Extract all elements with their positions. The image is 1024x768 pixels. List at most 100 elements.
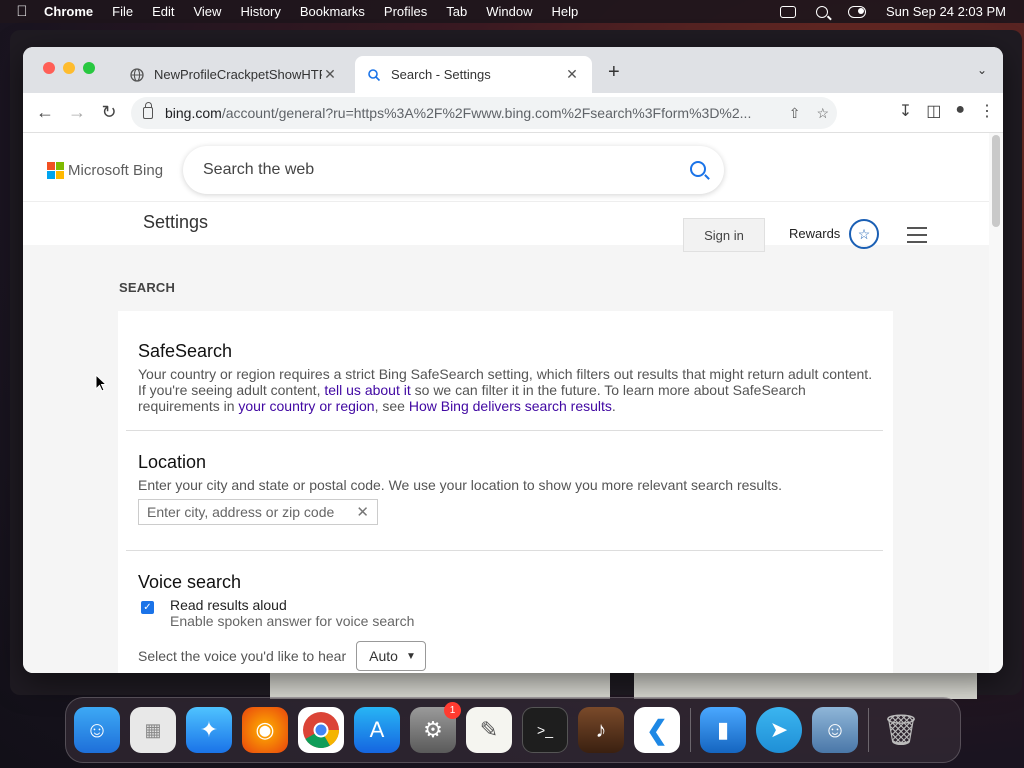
close-tab-icon[interactable]: ✕ [564,66,580,83]
safesearch-description: Your country or region requires a strict… [138,366,873,414]
search-input[interactable]: Search the web [183,146,724,194]
section-divider [126,550,883,551]
country-region-link[interactable]: your country or region [238,398,374,414]
forward-arrow-icon[interactable]: → [61,102,93,123]
menu-tab[interactable]: Tab [446,4,467,19]
minimize-window-button[interactable] [63,62,75,74]
location-section: Location Enter your city and state or po… [138,452,878,525]
rewards-link[interactable]: Rewards [789,226,840,241]
microsoft-logo-icon[interactable] [47,162,64,179]
page-scrollbar[interactable] [989,133,1003,673]
close-window-button[interactable] [43,62,55,74]
menu-help[interactable]: Help [552,4,579,19]
settings-card: SafeSearch Your country or region requir… [118,311,893,673]
section-label: SEARCH [119,280,176,295]
share-icon[interactable]: ⇧ [789,105,801,122]
settings-bar: Settings Sign in Rewards ☆ [23,202,989,252]
textedit-icon[interactable]: ✎ [466,707,512,753]
spotlight-search-icon[interactable] [816,5,829,18]
screen-mirroring-icon[interactable] [780,5,797,18]
profile-icon[interactable]: ● [955,101,965,121]
trash-icon[interactable]: 🗑 [878,707,924,753]
launchpad-icon[interactable]: ▦ [130,707,176,753]
search-icon[interactable] [690,161,706,177]
tell-us-link[interactable]: tell us about it [324,382,410,398]
telegram-icon[interactable]: ➤ [756,707,802,753]
sign-in-button[interactable]: Sign in [683,218,765,252]
brand-name[interactable]: Microsoft Bing [68,162,163,179]
tab-search-chevron-icon[interactable]: ⌄ [977,63,987,77]
menu-window[interactable]: Window [486,4,532,19]
apple-menu-icon[interactable]:  [0,3,44,20]
page-title: Settings [143,212,209,232]
firefox-icon[interactable]: ◉ [242,707,288,753]
search-icon [368,68,381,81]
voice-search-title: Voice search [138,572,242,592]
close-tab-icon[interactable]: ✕ [322,66,338,83]
tab-inactive[interactable]: NewProfileCrackpetShowHTFR ✕ [118,56,350,93]
voice-select-value: Auto [369,648,398,664]
web-page: Microsoft Bing Search the web Settings S… [23,133,989,673]
read-aloud-option: ✓ Read results aloud Enable spoken answe… [138,597,878,629]
zoom-window-button[interactable] [83,62,95,74]
side-panel-icon[interactable]: ◫ [926,101,941,121]
bing-header: Microsoft Bing Search the web [23,133,989,202]
reload-icon[interactable]: ↻ [93,102,125,123]
menu-file[interactable]: File [112,4,133,19]
hamburger-menu-icon[interactable] [907,227,927,248]
scrollbar-thumb[interactable] [992,135,1000,227]
lock-icon[interactable] [143,102,153,119]
vscode-icon[interactable]: ❮ [634,707,680,753]
browser-toolbar: ← → ↻ bing.com /account/general?ru=https… [23,93,1003,133]
chevron-down-icon: ▼ [405,650,416,662]
read-aloud-sublabel: Enable spoken answer for voice search [170,613,415,629]
safesearch-title: SafeSearch [138,341,233,361]
location-title: Location [138,452,207,472]
how-bing-delivers-link[interactable]: How Bing delivers search results [409,398,612,414]
safari-icon[interactable]: ✦ [186,707,232,753]
voice-select-label: Select the voice you'd like to hear [138,648,347,664]
menu-profiles[interactable]: Profiles [384,4,427,19]
dock: ☺ ▦ ✦ ◉ A ⚙ 1 ✎ >_ ♪ ❮ ▮ ➤ ☺ 🗑 [65,697,961,763]
menu-app-name[interactable]: Chrome [44,4,93,19]
notification-badge: 1 [444,702,461,719]
window-controls [43,62,95,74]
globe-icon [130,67,144,82]
back-arrow-icon[interactable]: ← [29,102,61,123]
finder-icon[interactable]: ☺ [812,707,858,753]
voice-select-row: Select the voice you'd like to hear Auto… [138,641,878,671]
location-placeholder: Enter city, address or zip code [147,504,335,520]
safesearch-section: SafeSearch Your country or region requir… [138,341,878,414]
menu-view[interactable]: View [193,4,221,19]
terminal-icon[interactable]: >_ [522,707,568,753]
menu-bar-status: Sun Sep 24 2:03 PM [780,0,1006,23]
keynote-icon[interactable]: ▮ [700,707,746,753]
finder-icon[interactable]: ☺ [74,707,120,753]
voice-select[interactable]: Auto ▼ [356,641,427,671]
background-window-strip [270,673,610,699]
location-description: Enter your city and state or postal code… [138,477,783,493]
menu-edit[interactable]: Edit [152,4,174,19]
trophy-icon[interactable]: ☆ [849,219,879,249]
app-store-icon[interactable]: A [354,707,400,753]
read-aloud-label: Read results aloud [170,597,287,613]
voice-search-section: Voice search ✓ Read results aloud Enable… [138,572,878,671]
tab-active[interactable]: Search - Settings ✕ [355,56,592,93]
system-settings-icon[interactable]: ⚙ 1 [410,702,461,753]
garageband-icon[interactable]: ♪ [578,707,624,753]
control-center-icon[interactable] [848,5,867,18]
menu-bar:  Chrome File Edit View History Bookmark… [0,0,1024,23]
kebab-menu-icon[interactable]: ⋮ [979,101,995,121]
tab-title: NewProfileCrackpetShowHTFR [154,67,322,82]
read-aloud-checkbox[interactable]: ✓ [141,601,154,614]
menu-bookmarks[interactable]: Bookmarks [300,4,365,19]
new-tab-icon[interactable]: + [608,61,620,84]
menu-history[interactable]: History [240,4,280,19]
bookmark-star-icon[interactable]: ☆ [816,105,829,122]
location-input[interactable]: Enter city, address or zip code ✕ [138,499,378,525]
clear-icon[interactable]: ✕ [356,503,369,521]
chrome-icon[interactable] [298,707,344,753]
download-icon[interactable]: ↧ [899,101,912,121]
menu-clock[interactable]: Sun Sep 24 2:03 PM [886,4,1006,19]
address-bar[interactable]: bing.com /account/general?ru=https%3A%2F… [131,97,837,129]
